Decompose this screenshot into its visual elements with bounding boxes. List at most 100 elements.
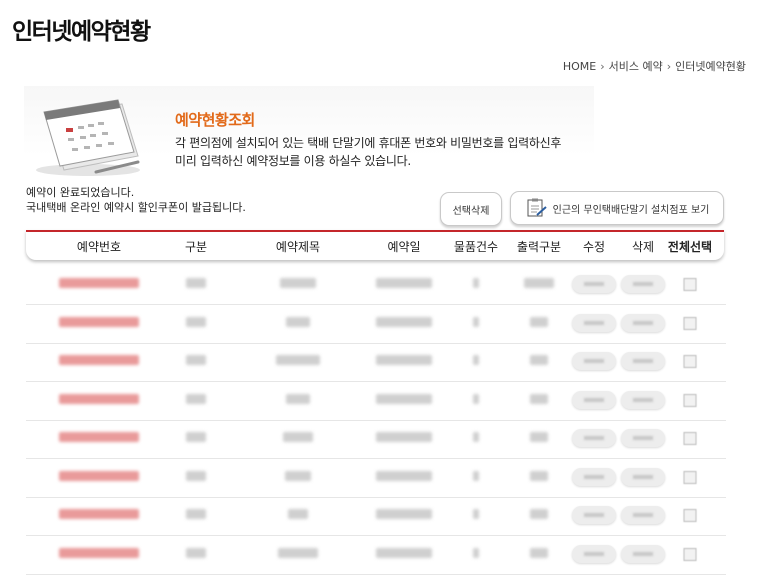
- delete-button[interactable]: [621, 544, 665, 563]
- edit-button[interactable]: [572, 275, 616, 293]
- notice-line2: 국내택배 온라인 예약시 할인쿠폰이 발급됩니다.: [26, 200, 246, 214]
- print-type-cell: [530, 393, 548, 404]
- edit-button[interactable]: [572, 506, 616, 524]
- date-cell: [376, 509, 432, 519]
- delete-button[interactable]: [621, 313, 665, 332]
- title-cell: [278, 547, 318, 558]
- delete-button[interactable]: [621, 429, 665, 447]
- title-cell: [286, 393, 310, 404]
- title-cell: [283, 432, 313, 442]
- print-type-cell: [530, 547, 548, 558]
- row-select-checkbox[interactable]: [683, 316, 697, 330]
- edit-button[interactable]: [572, 390, 616, 409]
- item-count-cell: [473, 393, 479, 404]
- row-select-checkbox[interactable]: [683, 393, 697, 407]
- print-type-cell: [530, 509, 548, 519]
- item-count-cell: [473, 509, 479, 519]
- edit-button[interactable]: [572, 544, 616, 563]
- date-cell: [376, 432, 432, 442]
- title-cell: [285, 470, 311, 481]
- table-row: [26, 382, 726, 421]
- select-all-toggle[interactable]: 전체선택: [668, 238, 712, 255]
- store-map-button[interactable]: 인근의 무인택배단말기 설치점포 보기: [510, 191, 724, 225]
- type-cell: [186, 393, 206, 404]
- table-row: [26, 459, 726, 498]
- page-title: 인터넷예약현황: [12, 19, 151, 45]
- chevron-right-icon: ›: [666, 59, 672, 73]
- type-cell: [186, 470, 206, 481]
- banner-desc-line1: 각 편의점에 설치되어 있는 택배 단말기에 휴대폰 번호와 비밀번호를 입력하…: [175, 136, 562, 150]
- item-count-cell: [473, 547, 479, 558]
- col-reservation-no: 예약번호: [76, 240, 122, 254]
- table-row: [26, 497, 726, 536]
- reservation-no-cell[interactable]: [59, 547, 139, 558]
- item-count-cell: [473, 355, 479, 365]
- date-cell: [376, 470, 432, 481]
- breadcrumb: HOME › 서비스 예약 › 인터넷예약현황: [563, 58, 746, 74]
- edit-button[interactable]: [572, 313, 616, 332]
- date-cell: [376, 393, 432, 404]
- type-cell: [186, 432, 206, 442]
- breadcrumb-section[interactable]: 서비스 예약: [609, 58, 663, 74]
- reservation-no-cell[interactable]: [59, 355, 139, 365]
- date-cell: [376, 355, 432, 365]
- title-cell: [276, 355, 320, 365]
- item-count-cell: [473, 432, 479, 442]
- date-cell: [376, 547, 432, 558]
- col-date: 예약일: [387, 240, 421, 254]
- banner-desc-line2: 미리 입력하신 예약정보를 이용 하실수 있습니다.: [175, 154, 411, 168]
- edit-button[interactable]: [572, 467, 616, 486]
- delete-button[interactable]: [621, 275, 665, 293]
- print-type-cell: [530, 470, 548, 481]
- select-delete-label: 선택삭제: [452, 205, 490, 217]
- table-row: [26, 305, 726, 344]
- col-type: 구분: [184, 240, 208, 254]
- breadcrumb-home[interactable]: HOME: [563, 60, 596, 73]
- reservation-no-cell[interactable]: [59, 470, 139, 481]
- print-type-cell: [524, 278, 554, 288]
- row-select-checkbox[interactable]: [683, 278, 697, 291]
- reservation-no-cell[interactable]: [59, 509, 139, 519]
- title-cell: [280, 278, 316, 288]
- col-title: 예약제목: [275, 240, 321, 254]
- print-type-cell: [530, 432, 548, 442]
- row-select-checkbox[interactable]: [683, 547, 697, 561]
- print-type-cell: [530, 316, 548, 327]
- edit-button[interactable]: [572, 352, 616, 370]
- delete-button[interactable]: [621, 390, 665, 409]
- type-cell: [186, 316, 206, 327]
- row-select-checkbox[interactable]: [683, 509, 697, 522]
- item-count-cell: [473, 316, 479, 327]
- delete-button[interactable]: [621, 506, 665, 524]
- item-count-cell: [473, 278, 479, 288]
- date-cell: [376, 278, 432, 288]
- edit-button[interactable]: [572, 429, 616, 447]
- table-header: 예약번호 구분 예약제목 예약일 물품건수 출력구분 수정 삭제 전체선택: [26, 230, 724, 260]
- item-count-cell: [473, 470, 479, 481]
- breadcrumb-current: 인터넷예약현황: [675, 60, 746, 73]
- banner-title: 예약현황조회: [175, 111, 255, 129]
- delete-button[interactable]: [621, 467, 665, 486]
- row-select-checkbox[interactable]: [683, 355, 697, 368]
- delete-button[interactable]: [621, 352, 665, 370]
- reservation-no-cell[interactable]: [59, 393, 139, 404]
- row-select-checkbox[interactable]: [683, 470, 697, 484]
- notice-text: 예약이 완료되었습니다. 국내택배 온라인 예약시 할인쿠폰이 발급됩니다.: [26, 186, 246, 215]
- reservation-no-cell[interactable]: [59, 432, 139, 442]
- banner-description: 각 편의점에 설치되어 있는 택배 단말기에 휴대폰 번호와 비밀번호를 입력하…: [175, 134, 561, 170]
- store-map-label: 인근의 무인택배단말기 설치점포 보기: [552, 204, 710, 216]
- title-cell: [286, 316, 310, 327]
- col-item-count: 물품건수: [453, 240, 499, 254]
- table-row: [26, 343, 726, 382]
- type-cell: [186, 278, 206, 288]
- reservation-no-cell[interactable]: [59, 316, 139, 327]
- type-cell: [186, 355, 206, 365]
- reservation-no-cell[interactable]: [59, 278, 139, 288]
- col-edit: 수정: [582, 240, 606, 254]
- row-select-checkbox[interactable]: [683, 432, 697, 445]
- table-row: [26, 266, 726, 305]
- notice-line1: 예약이 완료되었습니다.: [26, 186, 135, 199]
- title-cell: [288, 509, 308, 519]
- table-row: [26, 536, 726, 575]
- select-delete-button[interactable]: 선택삭제: [440, 192, 502, 226]
